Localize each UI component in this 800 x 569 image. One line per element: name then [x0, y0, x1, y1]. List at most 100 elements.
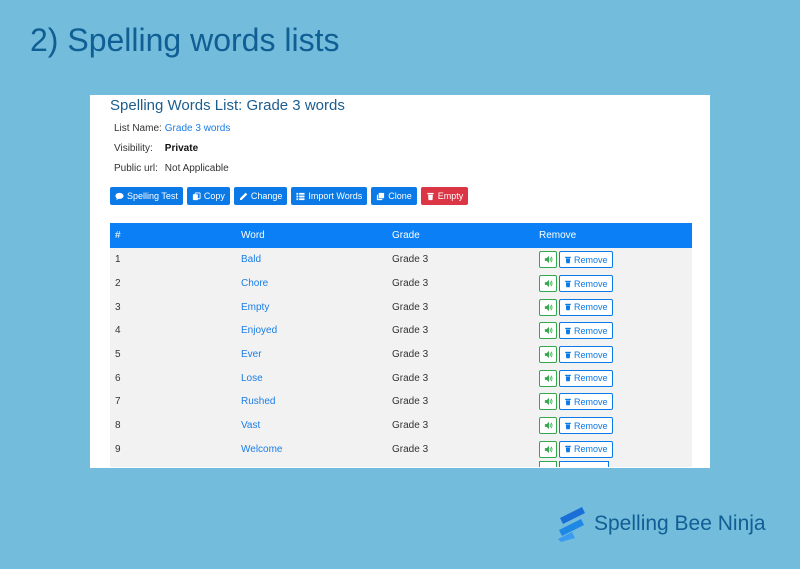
import-words-button[interactable]: Import Words: [291, 187, 368, 205]
header-num: #: [115, 230, 121, 241]
word-link[interactable]: Vast: [241, 420, 260, 431]
word-link[interactable]: Empty: [241, 302, 269, 313]
trash-icon: [565, 256, 571, 264]
remove-label: Remove: [574, 278, 608, 289]
spelling-test-button[interactable]: Spelling Test: [110, 187, 183, 205]
speaker-button[interactable]: [539, 322, 557, 340]
word-link[interactable]: Rushed: [241, 396, 275, 407]
empty-label: Empty: [437, 191, 464, 201]
table-row: 6 Lose Grade 3 Remove: [110, 366, 692, 391]
empty-button[interactable]: Empty: [420, 187, 469, 205]
clone-label: Clone: [388, 191, 412, 201]
speaker-icon: [544, 398, 552, 406]
row-number: 6: [115, 372, 121, 384]
remove-button[interactable]: Remove: [559, 322, 613, 340]
ninja-logo-icon: [558, 507, 585, 542]
remove-button[interactable]: Remove: [559, 417, 613, 435]
row-grade: Grade 3: [392, 278, 429, 290]
speaker-button[interactable]: [539, 298, 557, 316]
speaker-icon: [544, 327, 552, 335]
row-grade: Grade 3: [392, 443, 429, 455]
remove-button[interactable]: Remove: [559, 251, 613, 269]
speaker-button[interactable]: [539, 346, 557, 364]
list-icon: [296, 192, 305, 200]
speaker-button[interactable]: [539, 393, 557, 411]
trash-icon: [565, 398, 571, 406]
list-heading: Spelling Words List: Grade 3 words: [110, 97, 345, 114]
table-row: 7 Rushed Grade 3 Remove: [110, 390, 692, 414]
list-name-row: List Name: Grade 3 words: [114, 123, 230, 134]
row-number: 4: [115, 325, 121, 337]
spelling-test-label: Spelling Test: [127, 191, 178, 201]
speaker-button[interactable]: [539, 275, 557, 293]
brand-name: Spelling Bee Ninja: [594, 512, 766, 535]
public-url-value: Not Applicable: [164, 163, 229, 174]
trash-icon: [565, 375, 571, 382]
brand-logo: Spelling Bee Ninja: [556, 506, 766, 542]
speaker-button[interactable]: [539, 417, 557, 435]
slide-title: 2) Spelling words lists: [30, 22, 340, 58]
speaker-button-partial[interactable]: [539, 461, 557, 468]
speaker-icon: [544, 422, 552, 430]
word-link[interactable]: Bald: [241, 254, 261, 265]
word-link[interactable]: Enjoyed: [241, 325, 277, 336]
change-label: Change: [250, 191, 283, 201]
list-toolbar: Spelling Test Copy Change Import Words C…: [110, 187, 469, 205]
word-list-panel: Spelling Words List: Grade 3 words List …: [90, 95, 710, 468]
chat-bubble-icon: [115, 192, 124, 200]
speaker-icon: [544, 350, 552, 359]
remove-button[interactable]: Remove: [559, 369, 613, 387]
change-button[interactable]: Change: [233, 187, 288, 205]
speaker-icon: [544, 303, 552, 311]
header-grade[interactable]: Grade: [392, 230, 539, 241]
row-grade: Grade 3: [392, 254, 429, 266]
visibility-row: Visibility: Private: [114, 143, 198, 154]
row-grade: Grade 3: [392, 325, 429, 337]
copy-button[interactable]: Copy: [186, 187, 230, 205]
row-number: 5: [115, 349, 121, 361]
speaker-icon: [544, 374, 552, 382]
table-row: 8 Vast Grade 3 Remove: [110, 413, 692, 438]
remove-label: Remove: [574, 254, 608, 265]
list-name-link[interactable]: Grade 3 words: [165, 123, 231, 134]
word-link[interactable]: Chore: [241, 278, 268, 289]
remove-button[interactable]: Remove: [559, 275, 613, 293]
remove-label: Remove: [574, 420, 608, 431]
row-number: 3: [115, 301, 121, 313]
table-row: 1 Bald Grade 3 Remove: [110, 248, 692, 272]
clone-icon: [377, 192, 385, 200]
word-link[interactable]: Welcome: [241, 444, 283, 455]
public-url-label: Public url:: [114, 163, 158, 174]
pencil-icon: [239, 192, 248, 200]
table-body: 1 Bald Grade 3 Remove 2 Chore Grade 3 Remove 3 Em…: [110, 248, 692, 462]
row-grade: Grade 3: [392, 349, 429, 361]
table-header: # Word Grade Remove: [110, 223, 692, 248]
remove-label: Remove: [574, 349, 608, 360]
clone-button[interactable]: Clone: [371, 187, 417, 205]
remove-button[interactable]: Remove: [559, 298, 613, 316]
table-row: 9 Welcome Grade 3 Remove: [110, 437, 692, 462]
trash-icon: [565, 327, 571, 335]
table-row: 2 Chore Grade 3 Remove: [110, 271, 692, 296]
trash-icon: [565, 351, 571, 358]
row-number: 8: [115, 420, 121, 432]
speaker-icon: [544, 256, 552, 264]
remove-button[interactable]: Remove: [559, 440, 613, 458]
copy-label: Copy: [203, 191, 225, 201]
remove-button-partial[interactable]: [559, 461, 609, 468]
trash-icon: [565, 422, 571, 429]
remove-button[interactable]: Remove: [559, 393, 613, 411]
row-grade: Grade 3: [392, 372, 429, 384]
word-link[interactable]: Ever: [241, 349, 262, 360]
header-word[interactable]: Word: [241, 230, 392, 241]
list-name-label: List Name:: [114, 123, 162, 134]
remove-button[interactable]: Remove: [559, 346, 613, 364]
word-link[interactable]: Lose: [241, 373, 263, 384]
remove-label: Remove: [574, 444, 608, 455]
visibility-label: Visibility:: [114, 143, 153, 154]
row-grade: Grade 3: [392, 301, 429, 313]
row-number: 2: [115, 278, 121, 290]
speaker-button[interactable]: [539, 369, 557, 387]
speaker-button[interactable]: [539, 251, 557, 269]
speaker-button[interactable]: [539, 440, 557, 458]
